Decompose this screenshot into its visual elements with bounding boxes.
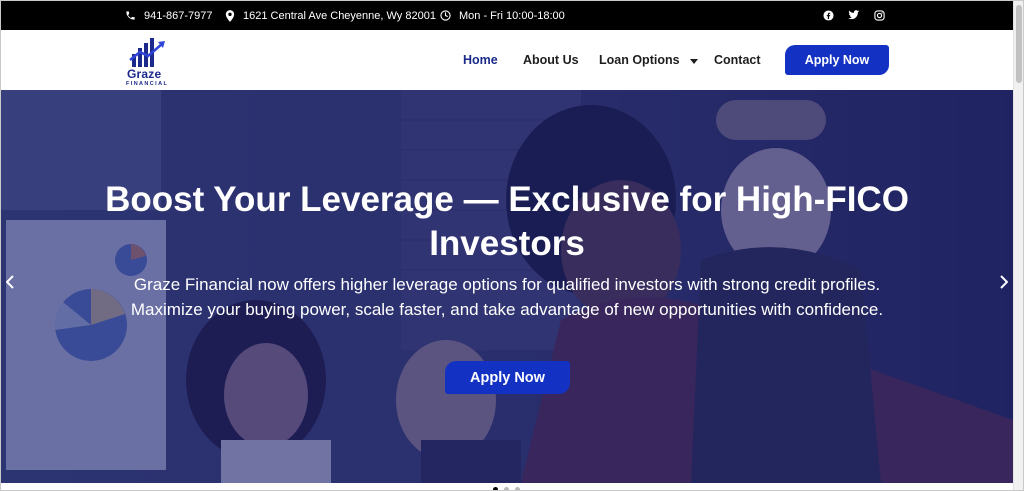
location-pin-icon (225, 9, 235, 22)
instagram-icon[interactable] (874, 10, 885, 21)
nav-loan-options-label: Loan Options (599, 52, 680, 67)
hero-apply-now-button[interactable]: Apply Now (445, 361, 570, 394)
slider-prev-arrow[interactable] (3, 273, 17, 291)
scrollbar-thumb[interactable] (1016, 5, 1022, 83)
caret-down-icon (690, 53, 699, 67)
nav-contact[interactable]: Contact (714, 53, 761, 67)
chevron-left-icon (6, 275, 14, 289)
phone-contact[interactable]: 941-867-7977 (125, 1, 213, 30)
nav-home[interactable]: Home (463, 53, 498, 67)
nav-loan-options[interactable]: Loan Options (599, 52, 699, 68)
phone-icon (125, 10, 136, 21)
slider-dot-2[interactable] (504, 487, 509, 490)
address-text: 1621 Central Ave Cheyenne, Wy 82001 (243, 9, 436, 22)
browser-viewport: 941-867-7977 1621 Central Ave Cheyenne, … (1, 1, 1013, 490)
top-info-bar: 941-867-7977 1621 Central Ave Cheyenne, … (1, 1, 1013, 30)
header-apply-now-button[interactable]: Apply Now (785, 45, 889, 75)
address-contact: 1621 Central Ave Cheyenne, Wy 82001 (225, 1, 436, 30)
facebook-icon[interactable] (823, 10, 834, 21)
hero-description: Graze Financial now offers higher levera… (130, 275, 884, 319)
hours-text: Mon - Fri 10:00-18:00 (459, 9, 565, 22)
chevron-right-icon (1000, 275, 1008, 289)
clock-icon (440, 10, 451, 21)
site-header: Graze FINANCIAL Home About Us Loan Optio… (1, 30, 1013, 90)
hero-slider: Boost Your Leverage — Exclusive for High… (1, 90, 1013, 483)
twitter-icon[interactable] (848, 10, 860, 21)
slider-next-arrow[interactable] (997, 273, 1011, 291)
nav-about-us[interactable]: About Us (523, 53, 579, 67)
phone-number: 941-867-7977 (144, 9, 213, 22)
slider-dot-1[interactable] (493, 487, 498, 490)
business-hours: Mon - Fri 10:00-18:00 (440, 1, 565, 30)
slider-pagination (1, 483, 1013, 490)
page-scrollbar[interactable] (1013, 1, 1023, 490)
hero-title: Boost Your Leverage — Exclusive for High… (105, 180, 909, 263)
slider-dot-3[interactable] (515, 487, 520, 490)
